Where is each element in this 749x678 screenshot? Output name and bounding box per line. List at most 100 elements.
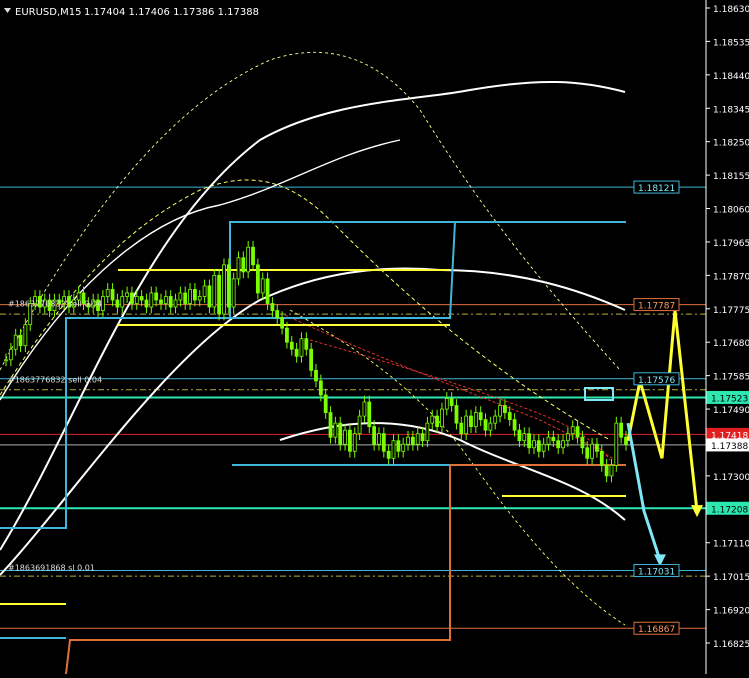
candle-body <box>202 285 207 297</box>
candle-body <box>236 257 241 280</box>
candle-body <box>18 334 23 347</box>
candle-body <box>377 433 381 445</box>
candle-body <box>473 412 478 428</box>
y-tick-label: 1.18250 <box>713 139 749 149</box>
price-tag-label: 1.17388 <box>711 442 748 452</box>
y-tick-label: 1.17870 <box>713 272 749 282</box>
candle-body <box>154 292 159 301</box>
candle-body <box>425 422 430 442</box>
y-tick-label: 1.16825 <box>713 640 749 650</box>
candle-body <box>459 422 464 435</box>
candle-body <box>318 380 323 396</box>
candle-body <box>507 412 512 421</box>
candle-body <box>478 412 483 421</box>
candle-body <box>246 246 251 273</box>
candle-body <box>536 440 541 452</box>
order-label: #1863776832 sell 0.04 <box>8 299 102 308</box>
y-tick-label: 1.18440 <box>713 72 749 82</box>
candle-body <box>251 246 255 266</box>
price-tag-label: 1.17787 <box>638 302 675 312</box>
candle-body <box>585 447 590 459</box>
candle-body <box>372 426 377 445</box>
y-tick-label: 1.17490 <box>713 406 749 416</box>
candle-body <box>323 394 328 413</box>
candle-body <box>226 264 231 308</box>
candle-body <box>352 433 357 452</box>
candle-body <box>532 440 536 449</box>
candle-body <box>367 401 372 428</box>
candle-body <box>386 450 391 459</box>
candle-body <box>435 415 439 428</box>
y-tick-label: 1.17585 <box>713 373 749 383</box>
candle-body <box>580 436 585 449</box>
candle-body <box>362 401 367 417</box>
chart-canvas[interactable]: 1.18630 1.18535 1.18440 1.18345 1.18250 1.181… <box>0 0 749 675</box>
candle-body <box>406 436 410 445</box>
candle-body <box>430 415 435 424</box>
candle-body <box>527 433 532 449</box>
candle-body <box>163 296 168 304</box>
candle-body <box>503 405 507 413</box>
y-tick-label: 1.18060 <box>713 206 749 216</box>
candle-body <box>469 415 473 428</box>
candle-body <box>595 443 599 452</box>
candle-body <box>270 303 275 311</box>
candle-body <box>212 274 217 308</box>
candle-body <box>440 408 444 428</box>
candle-body <box>449 398 454 406</box>
y-tick-label: 1.17965 <box>713 239 749 249</box>
candle-body <box>115 299 120 308</box>
candle-body <box>260 278 265 294</box>
candle-body <box>498 405 502 417</box>
candle-body <box>173 299 178 308</box>
candle-body <box>415 433 420 445</box>
candle-body <box>604 464 609 477</box>
order-label: #1863691868 sl 0.01 <box>8 563 95 572</box>
price-tag-label: 1.16867 <box>638 625 675 635</box>
price-chart[interactable]: 1.18630 1.18535 1.18440 1.18345 1.18250 1.181… <box>0 0 749 675</box>
candle-body <box>217 274 222 315</box>
candle-body <box>110 289 115 301</box>
candle-body <box>493 415 498 424</box>
candle-body <box>570 426 575 435</box>
price-tag-label: 1.17576 <box>638 376 675 386</box>
candle-body <box>23 324 28 347</box>
candle-body <box>338 422 343 445</box>
candle-body <box>599 450 604 466</box>
candle-body <box>396 440 401 452</box>
candle-body <box>304 338 309 350</box>
y-tick-label: 1.18535 <box>713 38 749 48</box>
candle-body <box>4 359 8 362</box>
candle-body <box>575 426 580 438</box>
candle-body <box>8 348 13 361</box>
candle-body <box>391 440 396 459</box>
candle-body <box>144 299 149 308</box>
candle-body <box>444 398 449 410</box>
candle-body <box>619 422 624 438</box>
order-label: #1863776832 sell 0.04 <box>8 375 102 384</box>
candle-body <box>13 334 18 350</box>
price-tag-label: 1.17523 <box>711 394 748 404</box>
candle-body <box>522 433 527 442</box>
y-tick-label: 1.17775 <box>713 306 749 316</box>
candle-body <box>168 296 173 308</box>
y-tick-label: 1.17300 <box>713 473 749 483</box>
candle-body <box>488 422 493 431</box>
candle-body <box>348 429 352 452</box>
candle-body <box>193 289 197 301</box>
candle-body <box>197 296 202 301</box>
candle-body <box>120 296 125 308</box>
candle-body <box>255 264 260 294</box>
candle-body <box>222 264 226 315</box>
candle-body <box>280 317 284 329</box>
candle-body <box>159 299 163 304</box>
candle-body <box>590 443 594 459</box>
candle-body <box>556 440 561 449</box>
candle-body <box>265 278 270 304</box>
candle-body <box>188 289 192 304</box>
candle-body <box>609 464 614 477</box>
candle-body <box>420 433 425 442</box>
candle-body <box>105 289 110 297</box>
candle-body <box>183 292 188 304</box>
candle-body <box>512 419 517 431</box>
